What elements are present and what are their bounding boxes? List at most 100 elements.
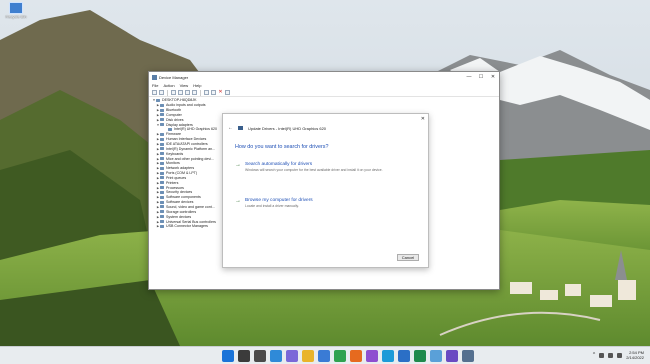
search-automatically-option[interactable]: → Search automatically for drivers Windo… — [235, 162, 420, 172]
device-category-icon — [160, 186, 164, 190]
outlook-icon[interactable] — [398, 350, 410, 362]
search-icon[interactable] — [238, 350, 250, 362]
tree-item-label: Software components — [166, 195, 201, 200]
start-icon[interactable] — [222, 350, 234, 362]
taskbar: ^ 2:54 PM 2/14/2022 — [0, 346, 650, 364]
tree-item-label: Sound, video and game cont... — [166, 204, 215, 209]
photos-icon[interactable] — [446, 350, 458, 362]
tree-item-label: USB Connector Managers — [166, 224, 208, 229]
dialog-title: Update Drivers - Intel(R) UHD Graphics 6… — [248, 125, 327, 131]
tree-item-label: Storage controllers — [166, 209, 197, 214]
dialog-close-button[interactable]: ✕ — [421, 116, 425, 122]
menu-help[interactable]: Help — [193, 83, 201, 88]
device-category-icon — [160, 215, 164, 219]
device-category-icon — [160, 132, 164, 136]
device-category-icon — [160, 224, 164, 228]
computer-icon — [156, 98, 160, 102]
device-category-icon — [160, 152, 164, 156]
scan-hardware-icon[interactable] — [204, 90, 209, 95]
tree-root-label: DESKTOP-H8QD8JK — [162, 98, 197, 103]
window-title: Device Manager — [159, 74, 189, 80]
tree-item-label: Network adapters — [166, 166, 195, 171]
tree-item-label: Disk drives — [166, 117, 184, 122]
menu-view[interactable]: View — [180, 83, 189, 88]
volume-icon[interactable] — [608, 352, 614, 358]
uninstall-device-icon[interactable]: ✕ — [218, 90, 223, 95]
cancel-button[interactable]: Cancel — [397, 254, 419, 261]
menu-action[interactable]: Action — [163, 83, 174, 88]
menu-bar: File Action View Help — [149, 82, 499, 89]
tree-item-label: Security devices — [166, 190, 193, 195]
battery-icon[interactable] — [617, 352, 623, 358]
taskbar-apps — [222, 350, 474, 362]
tree-item-label: Audio inputs and outputs — [166, 103, 206, 108]
firefox-icon[interactable] — [350, 350, 362, 362]
device-category-icon — [168, 127, 172, 131]
tree-item-label: Intel(R) UHD Graphics 620 — [174, 127, 217, 132]
maximize-button[interactable]: ☐ — [475, 72, 487, 82]
help-icon[interactable] — [185, 90, 190, 95]
device-category-icon — [160, 103, 164, 107]
tree-item-label: Bluetooth — [166, 108, 182, 113]
device-category-icon — [160, 113, 164, 117]
arrow-right-icon: → — [235, 162, 241, 168]
toolbar-divider — [200, 89, 201, 96]
chat-icon[interactable] — [286, 350, 298, 362]
device-category-icon — [160, 220, 164, 224]
tree-item-label: Print queues — [166, 175, 187, 180]
arrow-right-icon: → — [235, 198, 241, 204]
tree-item-label: IDE ATA/ATAPI controllers — [166, 142, 208, 147]
back-icon[interactable] — [152, 90, 157, 95]
enable-device-icon[interactable] — [225, 90, 230, 95]
device-manager-titlebar[interactable]: Device Manager — ☐ ✕ — [149, 72, 499, 82]
browse-computer-option[interactable]: → Browse my computer for drivers Locate … — [235, 198, 420, 208]
tree-view-icon[interactable] — [192, 90, 197, 95]
device-category-icon — [160, 108, 164, 112]
device-category-icon — [160, 181, 164, 185]
show-hidden-icons-icon[interactable]: ^ — [593, 352, 595, 358]
recycle-bin-shortcut[interactable]: Recycle Bin — [2, 2, 30, 19]
device-manager-icon[interactable] — [462, 350, 474, 362]
device-category-icon — [160, 176, 164, 180]
device-category-icon — [160, 157, 164, 161]
excel-icon[interactable] — [414, 350, 426, 362]
device-category-icon — [160, 118, 164, 122]
forward-icon[interactable] — [159, 90, 164, 95]
notepad-icon[interactable] — [430, 350, 442, 362]
minimize-button[interactable]: — — [463, 72, 475, 82]
option-description: Locate and install a driver manually. — [245, 204, 299, 208]
widgets-icon[interactable] — [270, 350, 282, 362]
tree-item-label: Universal Serial Bus controllers — [166, 219, 216, 224]
toolbar-divider — [167, 89, 168, 96]
tree-item-label: Human Interface Devices — [166, 137, 207, 142]
tree-item-label: Ports (COM & LPT) — [166, 171, 198, 176]
back-arrow-icon[interactable]: ← — [228, 125, 233, 131]
tree-item-label: Keyboards — [166, 151, 184, 156]
option-description: Windows will search your computer for th… — [245, 168, 383, 172]
file-explorer-icon[interactable] — [302, 350, 314, 362]
list-view-icon[interactable] — [178, 90, 183, 95]
device-category-icon — [160, 190, 164, 194]
clock-date: 2/14/2022 — [626, 355, 644, 360]
task-view-icon[interactable] — [254, 350, 266, 362]
update-driver-icon[interactable] — [211, 90, 216, 95]
clock[interactable]: 2:54 PM 2/14/2022 — [626, 350, 644, 360]
visual-studio-icon[interactable] — [366, 350, 378, 362]
wifi-icon[interactable] — [599, 352, 605, 358]
edge-icon[interactable] — [382, 350, 394, 362]
menu-file[interactable]: File — [152, 83, 158, 88]
tree-item-label: Computer — [166, 112, 182, 117]
tree-item-label: Processors — [166, 185, 184, 190]
close-button[interactable]: ✕ — [487, 72, 499, 82]
chrome-icon[interactable] — [334, 350, 346, 362]
tree-item-label: Mice and other pointing devi... — [166, 156, 214, 161]
microsoft-store-icon[interactable] — [318, 350, 330, 362]
toolbar: ✕ — [149, 89, 499, 97]
device-category-icon — [160, 147, 164, 151]
dialog-question: How do you want to search for drivers? — [235, 144, 329, 150]
recycle-bin-icon — [9, 2, 23, 14]
update-drivers-dialog: ✕ ← Update Drivers - Intel(R) UHD Graphi… — [222, 113, 429, 268]
display-adapter-icon — [238, 126, 243, 130]
properties-icon[interactable] — [171, 90, 176, 95]
device-category-icon — [160, 161, 164, 165]
